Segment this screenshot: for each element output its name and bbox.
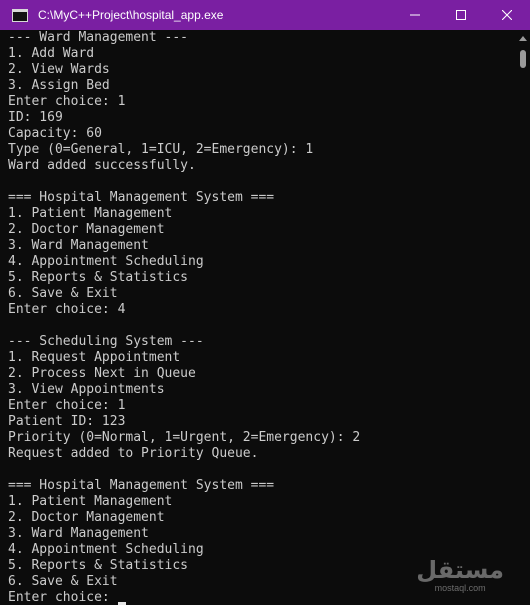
console-line: --- Ward Management --- [8,30,189,45]
console-line: 3. Assign Bed [8,78,110,93]
console-line: 1. Patient Management [8,206,173,221]
console-line: Type (0=General, 1=ICU, 2=Emergency): 1 [8,142,314,157]
console-line: Enter choice: 1 [8,94,126,109]
console-line: Priority (0=Normal, 1=Urgent, 2=Emergenc… [8,430,361,445]
scroll-up-arrow-icon[interactable] [519,36,527,41]
input-prompt: Enter choice: [8,590,118,605]
watermark-logo: مستقل [416,556,504,584]
close-button[interactable] [484,0,530,30]
console-line: Ward added successfully. [8,158,196,173]
minimize-button[interactable] [392,0,438,30]
console-line: --- Scheduling System --- [8,334,204,349]
console-line: 1. Request Appointment [8,350,181,365]
console-line: 3. View Appointments [8,382,165,397]
console-line: 2. Doctor Management [8,222,165,237]
watermark: مستقل mostaql.com [416,557,504,593]
console-line: Enter choice: 1 [8,398,126,413]
console-line: Capacity: 60 [8,126,102,141]
console-line: 1. Add Ward [8,46,95,61]
minimize-icon [410,14,420,16]
console-line: 5. Reports & Statistics [8,270,189,285]
console-line: 4. Appointment Scheduling [8,254,204,269]
title-bar[interactable]: C:\MyC++Project\hospital_app.exe [0,0,530,30]
console-line: 2. Doctor Management [8,510,165,525]
console-line: 2. View Wards [8,62,110,77]
console-line: === Hospital Management System === [8,190,275,205]
vertical-scrollbar[interactable] [516,30,530,605]
console-output[interactable]: --- Ward Management --- 1. Add Ward 2. V… [0,30,516,605]
console-line: 3. Ward Management [8,526,149,541]
console-line: 6. Save & Exit [8,286,118,301]
console-window: C:\MyC++Project\hospital_app.exe --- War… [0,0,530,605]
console-line: Enter choice: 4 [8,302,126,317]
console-line: === Hospital Management System === [8,478,275,493]
console-line: 1. Patient Management [8,494,173,509]
console-line: ID: 169 [8,110,63,125]
maximize-icon [456,10,466,20]
console-line: 3. Ward Management [8,238,149,253]
console-app-icon[interactable] [12,8,28,22]
console-line: Patient ID: 123 [8,414,126,429]
window-title: C:\MyC++Project\hospital_app.exe [38,8,224,22]
scroll-thumb[interactable] [520,50,526,68]
console-line: 2. Process Next in Queue [8,366,196,381]
watermark-url: mostaql.com [434,583,486,593]
close-icon [502,10,512,20]
console-line: Request added to Priority Queue. [8,446,259,461]
maximize-button[interactable] [438,0,484,30]
